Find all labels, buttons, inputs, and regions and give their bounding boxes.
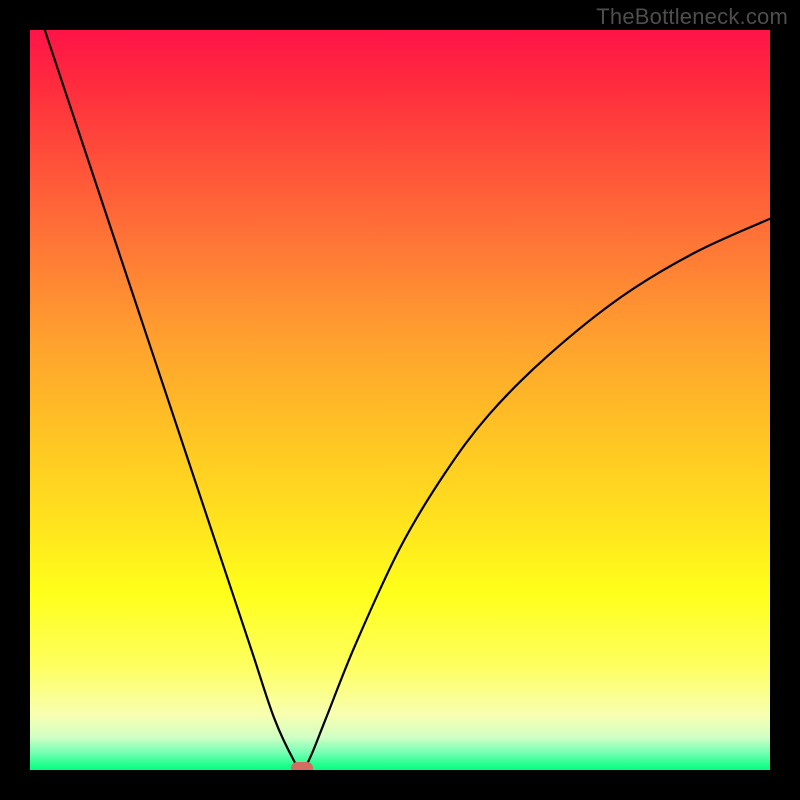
chart-frame: TheBottleneck.com (0, 0, 800, 800)
plot-area (30, 30, 770, 770)
watermark-text: TheBottleneck.com (596, 4, 788, 30)
bottleneck-curve (30, 30, 770, 770)
minimum-marker (291, 762, 313, 770)
